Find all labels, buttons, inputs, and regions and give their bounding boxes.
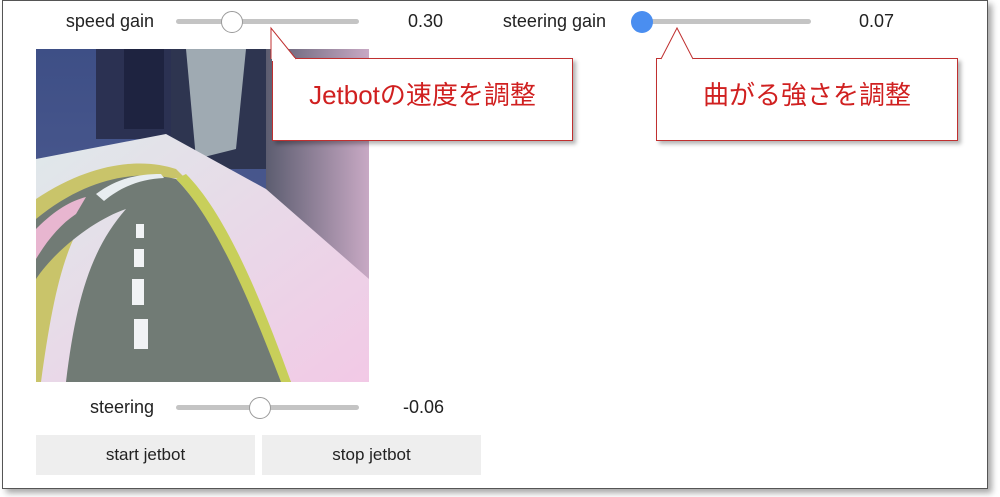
speed-gain-slider[interactable] (176, 19, 359, 24)
steering-slider-handle[interactable] (249, 397, 271, 419)
speed-callout-text: Jetbotの速度を調整 (309, 80, 536, 110)
steering-callout: 曲がる強さを調整 (656, 26, 958, 141)
speed-gain-value: 0.30 (408, 11, 444, 31)
speed-callout: Jetbotの速度を調整 (270, 26, 573, 141)
steering-callout-text: 曲がる強さを調整 (702, 80, 911, 110)
steering-gain-slider[interactable] (631, 19, 811, 24)
steering-value: -0.06 (403, 397, 445, 417)
steering-label: steering (89, 397, 154, 417)
start-jetbot-button[interactable]: start jetbot (36, 435, 255, 475)
speed-gain-label: speed gain (65, 11, 154, 31)
steering-callout-pointer (660, 26, 694, 61)
speed-gain-slider-handle[interactable] (221, 11, 243, 33)
speed-callout-pointer (270, 26, 297, 61)
steering-gain-value: 0.07 (859, 11, 895, 31)
steering-gain-slider-handle[interactable] (631, 11, 653, 33)
stop-jetbot-button[interactable]: stop jetbot (262, 435, 481, 475)
steering-gain-label: steering gain (502, 11, 606, 31)
